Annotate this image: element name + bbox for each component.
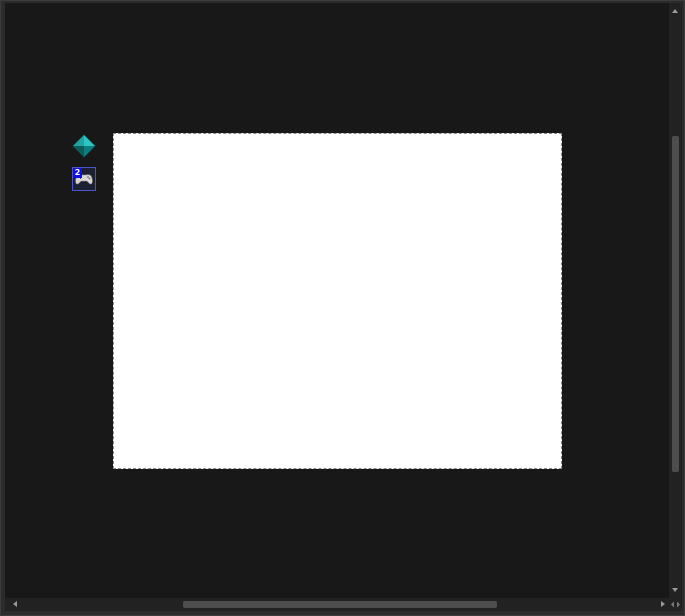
scene-canvas[interactable] (113, 133, 562, 469)
editor-window: 2 (0, 0, 685, 616)
diamond-icon (72, 134, 96, 158)
vertical-scroll-thumb[interactable] (672, 136, 679, 472)
resize-grip-icon (671, 601, 680, 608)
horizontal-scroll-thumb[interactable] (183, 601, 497, 608)
toolbox-item-gamepad[interactable]: 2 (72, 167, 96, 191)
toolbox-item-diamond[interactable] (72, 134, 96, 158)
scroll-down-arrow-icon[interactable] (672, 588, 678, 592)
scroll-up-arrow-icon[interactable] (672, 9, 678, 13)
vertical-scrollbar[interactable] (669, 3, 682, 598)
scroll-left-arrow-icon[interactable] (13, 601, 17, 607)
gamepad-count-badge: 2 (73, 168, 82, 178)
scrollbar-corner (669, 598, 682, 611)
horizontal-scrollbar[interactable] (5, 598, 669, 611)
scroll-right-arrow-icon[interactable] (661, 601, 665, 607)
scene-viewport[interactable]: 2 (5, 3, 669, 598)
